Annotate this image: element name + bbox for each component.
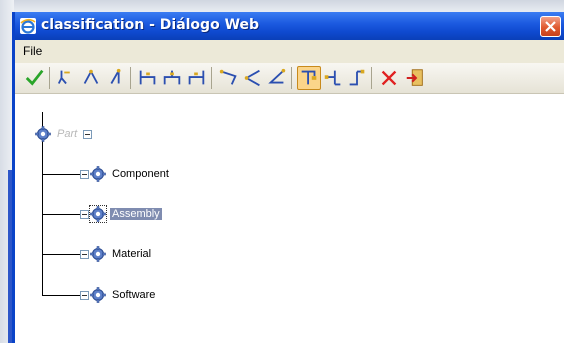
checkmark-icon	[25, 69, 44, 86]
collapse-toggle[interactable]	[80, 290, 89, 300]
branch-left-icon	[219, 69, 237, 85]
toolbar-button-delete-x[interactable]	[377, 66, 401, 90]
connector-right-icon	[349, 69, 365, 86]
menu-bar: File	[15, 40, 564, 63]
connector-center-icon	[324, 70, 341, 86]
toolbar-button-bracket-right[interactable]	[184, 66, 208, 90]
tree-node-label: Software	[112, 289, 156, 301]
ie-browser-icon	[20, 18, 36, 34]
tree-branch-line	[42, 174, 80, 175]
close-button[interactable]	[540, 16, 561, 37]
tree-split-icon	[83, 69, 99, 84]
delete-x-icon	[381, 70, 397, 86]
toolbar-button-branch-left[interactable]	[217, 66, 241, 90]
toolbar-button-exit-door[interactable]	[403, 66, 427, 90]
toolbar-button-connector-left[interactable]	[297, 66, 321, 90]
gear-icon	[90, 166, 106, 182]
toolbar-button-connector-right[interactable]	[345, 66, 369, 90]
toolbar-separator	[291, 67, 292, 89]
bracket-left-icon	[139, 70, 156, 85]
tree-branch-line	[42, 254, 80, 255]
tree-node-label: Assembly	[110, 208, 162, 220]
window-title: classification - Diálogo Web	[41, 17, 260, 33]
gear-icon	[90, 246, 106, 262]
tree-node-label: Material	[112, 248, 152, 260]
tree-node-label: Component	[112, 168, 169, 180]
tree-down-left-icon	[57, 70, 70, 85]
toolbar-button-bracket-center[interactable]	[160, 66, 184, 90]
gear-icon	[90, 206, 106, 222]
bracket-right-icon	[188, 70, 205, 85]
toolbar-separator	[130, 67, 131, 89]
toolbar-button-branch-right[interactable]	[265, 66, 289, 90]
background-window-strip	[0, 0, 564, 12]
toolbar	[15, 63, 564, 94]
branch-right-icon	[268, 68, 286, 84]
tree-branch-line	[42, 295, 80, 296]
exit-door-icon	[406, 69, 423, 86]
toolbar-separator	[211, 67, 212, 89]
tree-branch-line	[42, 214, 80, 215]
dialog-window: classification - Diálogo Web File Part C…	[12, 12, 564, 343]
collapse-toggle[interactable]	[80, 209, 89, 219]
tree-node-root[interactable]: Part	[35, 126, 93, 142]
toolbar-separator	[371, 67, 372, 89]
tree-node-material[interactable]: Material	[80, 246, 153, 262]
tree-node-software[interactable]: Software	[80, 287, 157, 303]
tree-node-component[interactable]: Component	[80, 166, 171, 182]
toolbar-button-connector-center[interactable]	[321, 66, 345, 90]
connector-left-icon	[301, 70, 317, 85]
menu-file[interactable]: File	[23, 44, 42, 58]
gear-icon	[35, 126, 51, 142]
toolbar-button-tree-split[interactable]	[79, 66, 103, 90]
gear-icon-focus	[89, 205, 107, 223]
tree-node-label: Part	[57, 128, 78, 140]
toolbar-button-tree-down-right[interactable]	[103, 66, 127, 90]
close-icon	[545, 21, 556, 32]
collapse-toggle[interactable]	[80, 249, 89, 259]
toolbar-button-bracket-left[interactable]	[136, 66, 160, 90]
bracket-center-icon	[163, 70, 181, 85]
toolbar-button-checkmark[interactable]	[23, 66, 47, 90]
tree-node-assembly[interactable]: Assembly	[80, 205, 162, 223]
title-bar[interactable]: classification - Diálogo Web	[15, 12, 564, 40]
tree-down-right-icon	[110, 68, 121, 84]
collapse-toggle[interactable]	[80, 169, 89, 179]
branch-center-icon	[244, 69, 260, 87]
collapse-toggle[interactable]	[83, 129, 93, 139]
gear-icon	[90, 287, 106, 303]
toolbar-separator	[49, 67, 50, 89]
toolbar-button-branch-center[interactable]	[241, 66, 265, 90]
classification-tree: Part Component Assembly Material Softwar…	[15, 94, 564, 343]
toolbar-button-tree-down-left[interactable]	[55, 66, 79, 90]
